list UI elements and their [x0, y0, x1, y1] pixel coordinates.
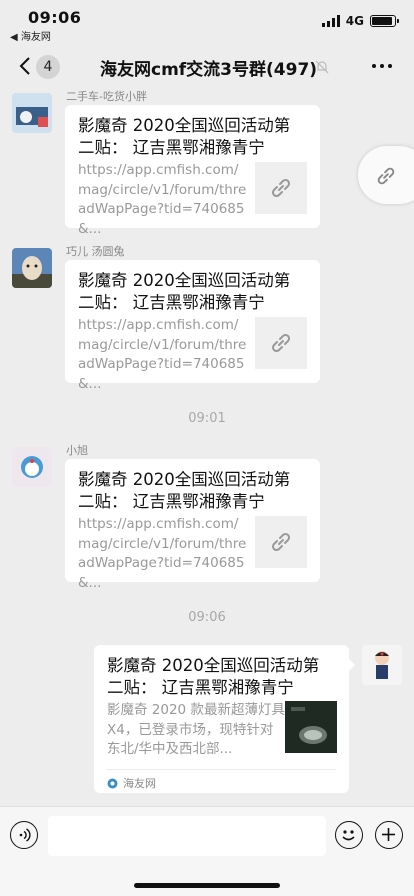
- message-input-bar: [0, 806, 414, 896]
- emoji-icon: [342, 830, 355, 841]
- sender-name: 二手车-吃货小胖: [66, 90, 147, 103]
- network-type: 4G: [345, 14, 364, 28]
- link-url: https://app.cmfish.com/mag/circle/v1/for…: [78, 162, 247, 237]
- status-bar: 09:06 ◀ 海友网 4G: [0, 0, 414, 44]
- article-thumbnail: [285, 701, 337, 753]
- time-separator: 09:06: [188, 610, 226, 625]
- sender-name: 小旭: [66, 444, 88, 457]
- link-thumbnail: [255, 317, 307, 369]
- unread-count-badge[interactable]: 4: [36, 55, 60, 79]
- chat-header: 4 海友网cmf交流3号群(497): [0, 44, 414, 90]
- article-source: 海友网: [107, 775, 156, 791]
- mute-bell-icon: [315, 60, 329, 74]
- source-name: 海友网: [123, 777, 156, 790]
- emoji-button[interactable]: [335, 821, 363, 849]
- message-input[interactable]: [48, 816, 326, 856]
- back-arrow-icon[interactable]: [18, 56, 32, 76]
- shared-link-message[interactable]: 影魔奇 2020全国巡回活动第二贴： 辽吉黑鄂湘豫青宁 https://app.…: [65, 105, 320, 237]
- avatar[interactable]: [12, 447, 52, 487]
- chat-title: 海友网cmf交流3号群(497): [100, 60, 318, 80]
- shared-link-message[interactable]: 影魔奇 2020全国巡回活动第二贴： 辽吉黑鄂湘豫青宁 https://app.…: [65, 260, 320, 392]
- back-to-app-link[interactable]: ◀ 海友网: [10, 28, 51, 43]
- home-indicator[interactable]: [134, 883, 280, 888]
- battery-icon: [370, 15, 399, 27]
- more-functions-button[interactable]: [375, 821, 403, 849]
- article-title: 影魔奇 2020全国巡回活动第二贴： 辽吉黑鄂湘豫青宁: [107, 656, 320, 697]
- link-title: 影魔奇 2020全国巡回活动第二贴： 辽吉黑鄂湘豫青宁: [78, 470, 291, 511]
- status-indicators: 4G: [321, 14, 399, 28]
- link-icon: [271, 333, 291, 353]
- signal-icon: [321, 15, 340, 27]
- link-thumbnail: [255, 516, 307, 568]
- avatar[interactable]: [12, 93, 52, 133]
- outgoing-article-message[interactable]: 影魔奇 2020全国巡回活动第二贴： 辽吉黑鄂湘豫青宁 影魔奇 2020 款最新…: [94, 645, 355, 793]
- sender-name: 巧儿 汤圆兔: [66, 245, 125, 258]
- divider: [107, 769, 336, 770]
- my-avatar[interactable]: [362, 645, 402, 685]
- status-time: 09:06: [28, 8, 82, 27]
- time-separator: 09:01: [188, 411, 226, 426]
- voice-input-button[interactable]: [10, 821, 38, 849]
- link-icon: [377, 167, 395, 185]
- article-summary: 影魔奇 2020 款最新超薄灯具 X4，已登录市场，现特针对东北/华中及西北部.…: [107, 702, 285, 757]
- source-logo-icon: [107, 778, 118, 788]
- link-title: 影魔奇 2020全国巡回活动第二贴： 辽吉黑鄂湘豫青宁: [78, 116, 291, 157]
- more-options-button[interactable]: [372, 64, 392, 68]
- link-icon: [271, 532, 291, 552]
- link-thumbnail: [255, 162, 307, 214]
- shared-link-message[interactable]: 影魔奇 2020全国巡回活动第二贴： 辽吉黑鄂湘豫青宁 https://app.…: [65, 459, 320, 591]
- link-url: https://app.cmfish.com/mag/circle/v1/for…: [78, 317, 247, 392]
- avatar[interactable]: [12, 248, 52, 288]
- voice-icon: [19, 828, 31, 842]
- link-title: 影魔奇 2020全国巡回活动第二贴： 辽吉黑鄂湘豫青宁: [78, 271, 291, 312]
- link-icon: [271, 178, 291, 198]
- plus-icon: [382, 828, 395, 841]
- link-url: https://app.cmfish.com/mag/circle/v1/for…: [78, 516, 247, 591]
- floating-link-button[interactable]: [358, 146, 414, 204]
